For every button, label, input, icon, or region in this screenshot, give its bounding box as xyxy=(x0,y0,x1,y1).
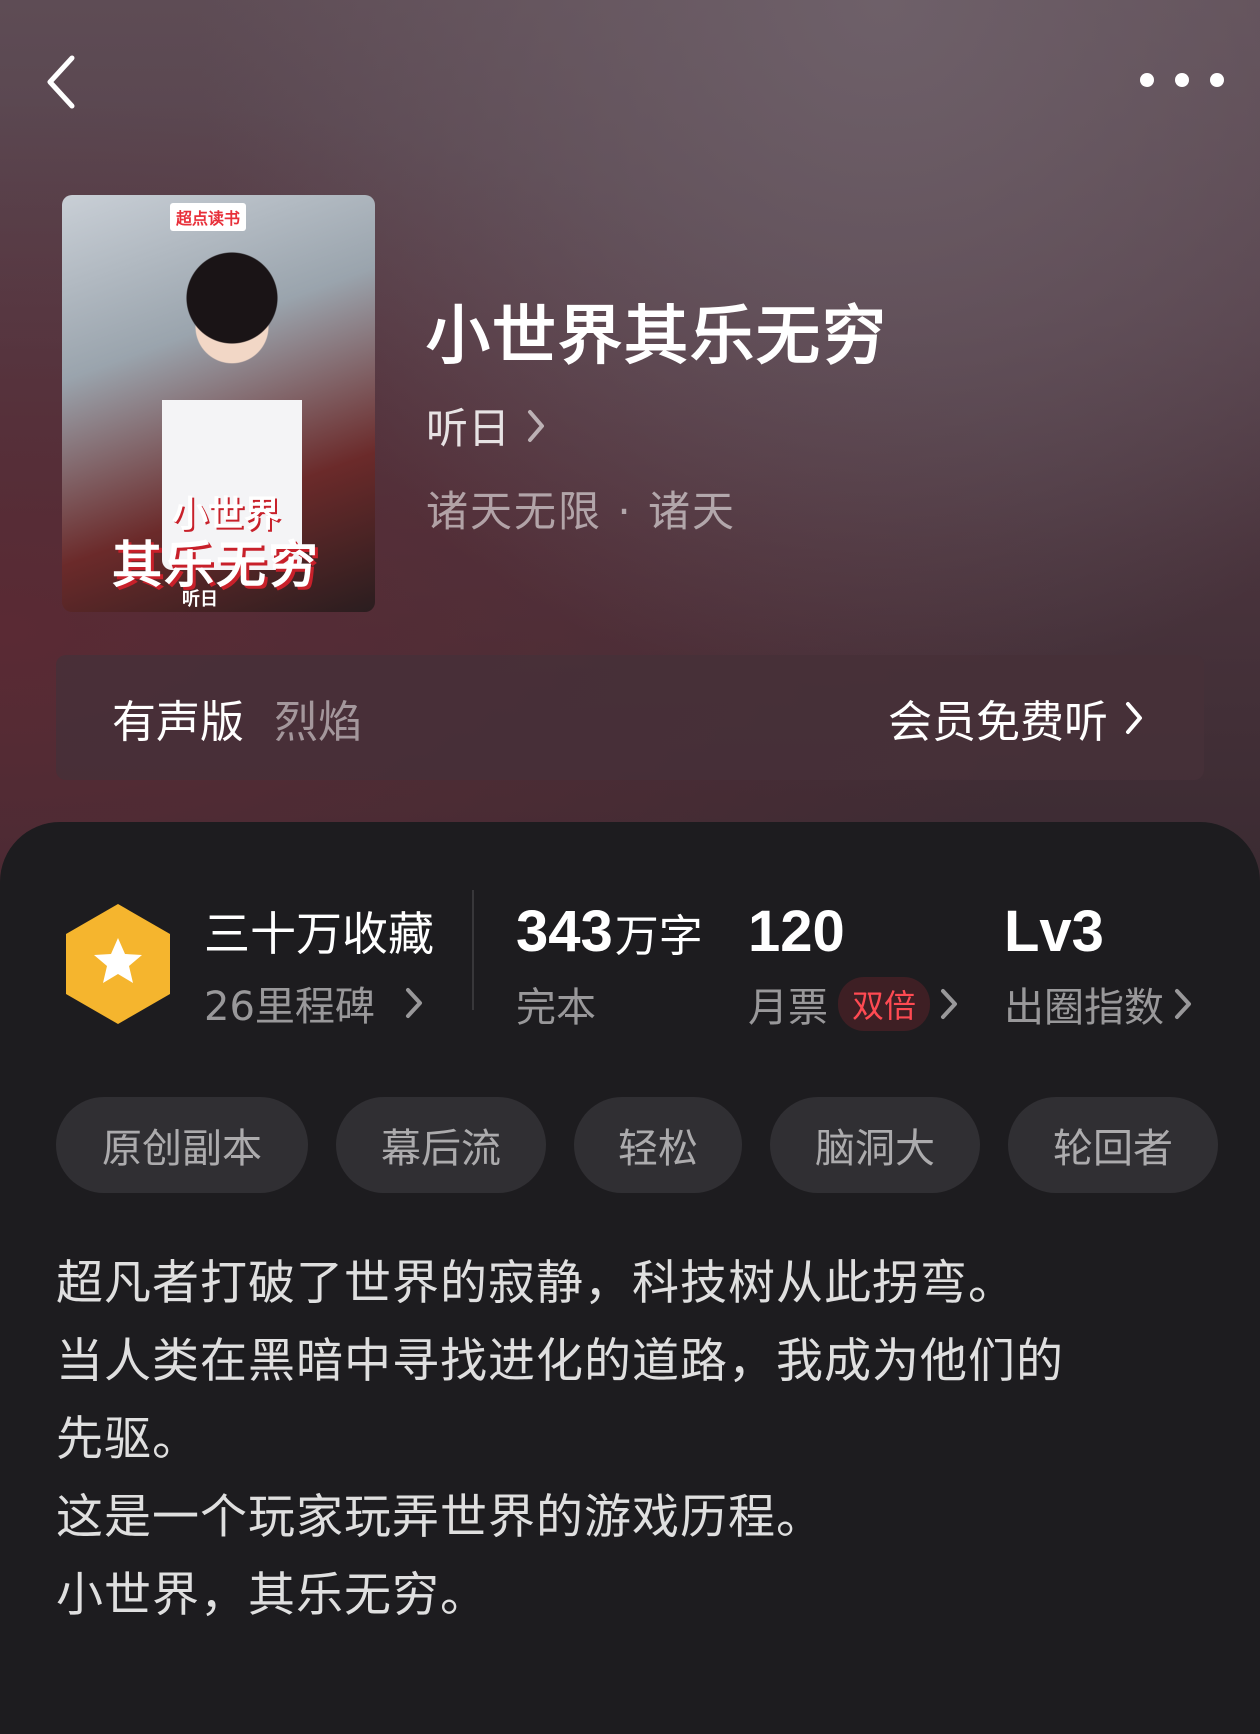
word-count-stat: 343万字 完本 xyxy=(516,898,703,1033)
audio-version-bar[interactable]: 有声版 烈焰 会员免费听 xyxy=(56,655,1204,780)
audio-narrator: 烈焰 xyxy=(274,696,362,748)
milestones-label: 26里程碑 xyxy=(204,984,375,1030)
level-value: Lv3 xyxy=(1004,899,1104,964)
collection-count: 三十万收藏 xyxy=(204,907,434,961)
synopsis-line: 当人类在黑暗中寻找进化的道路，我成为他们的 xyxy=(56,1334,1064,1389)
audio-cta-label: 会员免费听 xyxy=(888,696,1108,748)
monthly-votes-count: 120 xyxy=(748,899,845,964)
audio-free-listen-link[interactable]: 会员免费听 xyxy=(888,686,1144,750)
genre-tags: 诸天无限 · 诸天 xyxy=(426,487,737,536)
author-link[interactable]: 听日 xyxy=(426,395,546,456)
popularity-index-label: 出圈指数 xyxy=(1004,985,1164,1031)
stats-row: 三十万收藏 26里程碑 343万字 完本 120 月票 双倍 Lv3 出圈指数 xyxy=(0,880,1260,1040)
tag-list: 原创副本 幕后流 轻松 脑洞大 轮回者 xyxy=(56,1097,1218,1193)
audio-label: 有声版 xyxy=(112,696,244,748)
synopsis-line: 先驱。 xyxy=(56,1412,200,1467)
tag-chip[interactable]: 幕后流 xyxy=(336,1097,546,1193)
chevron-right-icon xyxy=(1175,989,1191,1019)
tag-chip[interactable]: 脑洞大 xyxy=(770,1097,980,1193)
completion-status: 完本 xyxy=(516,985,596,1031)
chevron-right-icon xyxy=(528,409,545,442)
collection-stat[interactable]: 三十万收藏 26里程碑 xyxy=(204,898,434,1032)
milestones-link[interactable]: 26里程碑 xyxy=(204,974,434,1032)
word-count: 343 xyxy=(516,899,613,964)
back-button[interactable] xyxy=(36,50,96,110)
synopsis-line: 这是一个玩家玩弄世界的游戏历程。 xyxy=(56,1490,824,1545)
more-dots-icon xyxy=(1140,73,1154,87)
chevron-left-icon xyxy=(47,55,75,109)
cover-brand: 超点读书 xyxy=(170,203,247,231)
tag-chip[interactable]: 轻松 xyxy=(574,1097,742,1193)
book-title: 小世界其乐无穷 xyxy=(426,299,888,374)
tag-chip[interactable]: 原创副本 xyxy=(56,1097,308,1193)
star-badge-icon xyxy=(66,904,170,1024)
chevron-right-icon xyxy=(941,989,958,1019)
divider xyxy=(472,890,474,1010)
synopsis-line: 小世界，其乐无穷。 xyxy=(56,1568,488,1623)
tag-chip[interactable]: 轮回者 xyxy=(1008,1097,1218,1193)
more-dots-icon xyxy=(1210,73,1224,87)
synopsis: 超凡者打破了世界的寂静，科技树从此拐弯。 当人类在黑暗中寻找进化的道路，我成为他… xyxy=(56,1245,1206,1635)
more-button[interactable] xyxy=(1140,60,1224,100)
synopsis-line: 超凡者打破了世界的寂静，科技树从此拐弯。 xyxy=(56,1256,1016,1311)
popularity-index-stat[interactable]: Lv3 出圈指数 xyxy=(1004,898,1192,1033)
chevron-right-icon xyxy=(405,988,422,1018)
book-cover[interactable]: 超点读书 小世界 其乐无穷 听日 xyxy=(62,195,375,612)
chevron-right-icon xyxy=(1126,701,1142,734)
monthly-votes-stat[interactable]: 120 月票 双倍 xyxy=(748,898,958,1033)
word-unit: 万字 xyxy=(614,911,703,962)
top-bar xyxy=(0,40,1260,130)
cover-author: 听日 xyxy=(182,589,218,610)
monthly-votes-label: 月票 xyxy=(748,985,828,1031)
more-dots-icon xyxy=(1175,73,1189,87)
double-votes-badge: 双倍 xyxy=(838,977,931,1031)
author-name: 听日 xyxy=(426,404,511,453)
